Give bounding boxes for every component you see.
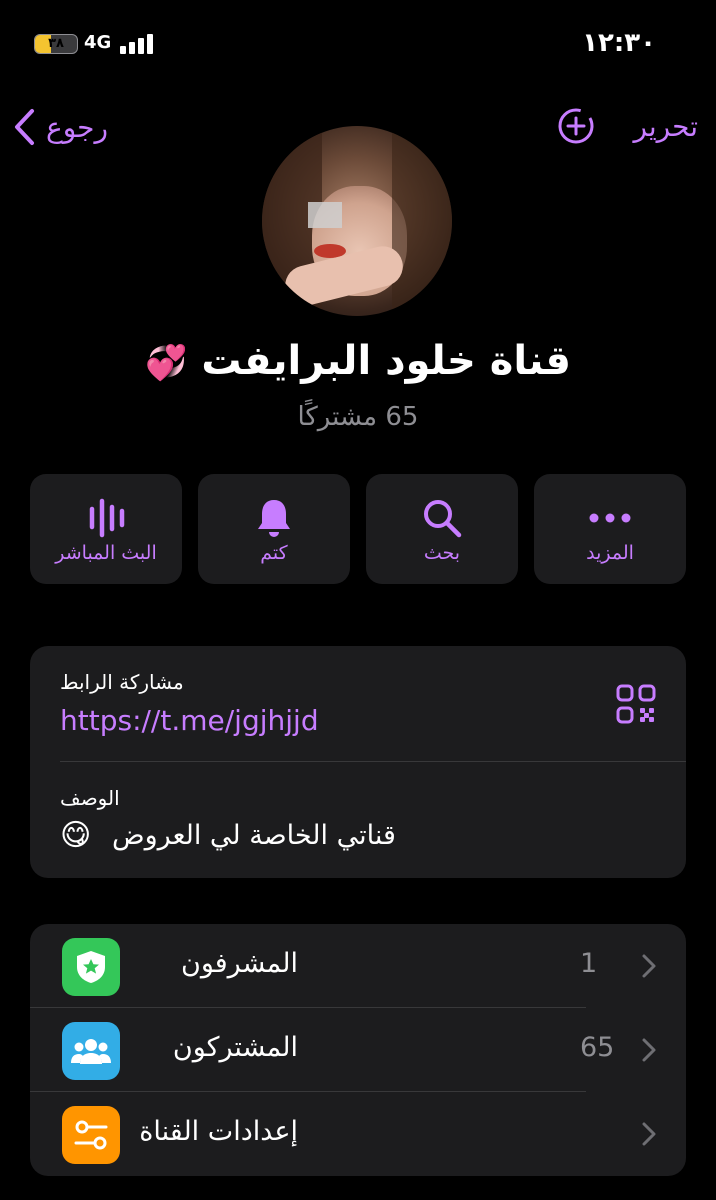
channel-title-text: قناة خلود البرايفت bbox=[201, 338, 571, 384]
admins-count: 1 bbox=[580, 948, 598, 979]
battery-icon: ٣٨ bbox=[34, 34, 78, 54]
more-icon bbox=[589, 513, 631, 523]
subscribers-icon bbox=[62, 1022, 120, 1080]
admins-label: المشرفون bbox=[180, 948, 298, 979]
clock: ١٢:٣٠ bbox=[582, 28, 656, 58]
more-label: المزيد bbox=[586, 542, 634, 564]
channel-settings-icon bbox=[62, 1106, 120, 1164]
back-button[interactable]: رجوع bbox=[12, 104, 108, 150]
action-buttons: المزيد بحث كتم البث المباشر bbox=[30, 474, 686, 584]
live-stream-label: البث المباشر bbox=[55, 542, 157, 564]
list-item-channel-settings[interactable]: إعدادات القناة bbox=[30, 1092, 686, 1176]
subscribers-label: المشتركون bbox=[172, 1032, 298, 1063]
description-value: قناتي الخاصة لي العروض bbox=[112, 820, 396, 851]
share-link-row[interactable]: مشاركة الرابط https://t.me/jgjhjjd bbox=[30, 646, 686, 762]
channel-info-card: مشاركة الرابط https://t.me/jgjhjjd الوصف… bbox=[30, 646, 686, 878]
edit-button[interactable]: تحرير bbox=[633, 110, 698, 143]
chevron-right-icon bbox=[642, 1038, 656, 1062]
search-label: بحث bbox=[423, 542, 461, 564]
add-status-button[interactable] bbox=[556, 106, 596, 146]
search-button[interactable]: بحث bbox=[366, 474, 518, 584]
share-link-value[interactable]: https://t.me/jgjhjjd bbox=[60, 704, 319, 737]
live-stream-button[interactable]: البث المباشر bbox=[30, 474, 182, 584]
add-circle-icon bbox=[558, 108, 594, 144]
more-button[interactable]: المزيد bbox=[534, 474, 686, 584]
list-item-subscribers[interactable]: المشتركون 65 bbox=[30, 1008, 686, 1092]
channel-settings-label: إعدادات القناة bbox=[139, 1116, 298, 1147]
hearts-emoji: 💞 bbox=[145, 343, 188, 383]
channel-settings-list: المشرفون 1 المشتركون 65 إعدادات القناة bbox=[30, 924, 686, 1176]
subscribers-count: 65 bbox=[580, 1032, 615, 1063]
chevron-left-icon bbox=[15, 109, 34, 145]
share-link-label: مشاركة الرابط bbox=[60, 670, 184, 694]
description-label: الوصف bbox=[60, 786, 120, 810]
subscriber-count: 65 مشتركًا bbox=[297, 402, 419, 432]
chevron-right-icon bbox=[642, 1122, 656, 1146]
mute-label: كتم bbox=[260, 542, 288, 564]
admin-badge-icon bbox=[62, 938, 120, 996]
description-row: الوصف قناتي الخاصة لي العروض 😋 bbox=[30, 762, 686, 878]
qr-code-icon[interactable] bbox=[616, 684, 656, 724]
status-bar: ٣٨ 4G ١٢:٣٠ bbox=[0, 0, 716, 80]
chevron-right-icon bbox=[642, 954, 656, 978]
channel-avatar[interactable] bbox=[262, 126, 452, 316]
battery-level: ٣٨ bbox=[48, 36, 64, 51]
bell-icon bbox=[258, 500, 290, 537]
mute-button[interactable]: كتم bbox=[198, 474, 350, 584]
search-icon bbox=[424, 500, 462, 538]
list-item-admins[interactable]: المشرفون 1 bbox=[30, 924, 686, 1008]
live-stream-icon bbox=[89, 498, 125, 538]
network-type: 4G bbox=[84, 32, 112, 53]
channel-title: قناة خلود البرايفت 💞 bbox=[0, 338, 716, 384]
yummy-emoji: 😋 bbox=[60, 818, 92, 853]
signal-icon bbox=[120, 34, 154, 54]
back-label: رجوع bbox=[46, 110, 109, 144]
